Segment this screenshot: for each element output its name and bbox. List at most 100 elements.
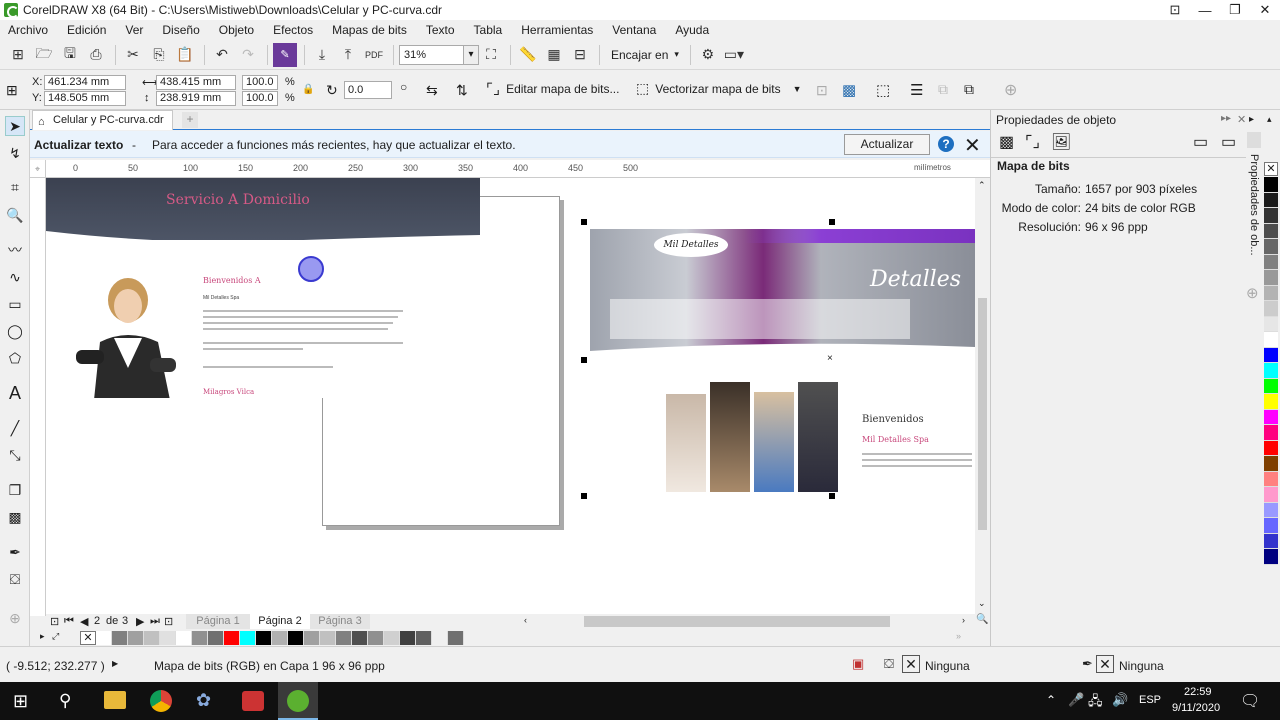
crop-tool-icon[interactable]: ⌗ (5, 177, 25, 197)
document-color-swatch[interactable] (400, 631, 416, 645)
color-swatch[interactable] (1264, 363, 1278, 379)
first-page-icon[interactable]: ⏮ (64, 615, 74, 628)
panel-menu-icon[interactable]: ▭ (1221, 132, 1236, 152)
color-swatch[interactable] (1264, 425, 1278, 441)
document-color-swatch[interactable] (384, 631, 400, 645)
website-mockup-left[interactable]: Servicio A Domicilio Bienvenidos A Mil D… (46, 178, 480, 398)
add-toolbar-icon[interactable]: ⊕ (1004, 80, 1017, 100)
color-swatch[interactable] (1264, 254, 1278, 270)
ruler-origin-icon[interactable]: ⌖ (30, 160, 46, 178)
page-tab-3[interactable]: Página 3 (310, 614, 370, 629)
language-indicator[interactable]: ESP (1139, 694, 1161, 706)
zoom-navigator-icon[interactable]: 🔍 (976, 614, 988, 625)
pick-tool-icon[interactable]: ➤ (5, 116, 25, 136)
no-fill-swatch[interactable]: ✕ (1264, 162, 1278, 176)
drawing-canvas[interactable]: Servicio A Domicilio Bienvenidos A Mil D… (46, 178, 975, 614)
panel-view-icon[interactable]: ▭ (1193, 132, 1208, 152)
page-tab-2[interactable]: Página 2 (250, 614, 310, 629)
menu-item-4[interactable]: Objeto (219, 23, 254, 37)
bitmap-color-mask-icon[interactable]: ▩ (842, 81, 856, 99)
add-tab-icon[interactable]: + (182, 112, 198, 128)
width-field[interactable]: 438.415 mm (156, 75, 236, 90)
selection-handle[interactable] (581, 219, 587, 225)
drop-shadow-icon[interactable]: ❐ (5, 480, 25, 500)
options-gear-icon[interactable]: ⚙ (696, 43, 720, 67)
selection-handle[interactable] (581, 357, 587, 363)
menu-item-0[interactable]: Archivo (8, 23, 48, 37)
wrap-text-icon[interactable]: ☰ (910, 81, 923, 99)
vertical-scrollbar[interactable]: ⌃ ⌄ (975, 178, 990, 614)
status-expand-icon[interactable]: ▶ (112, 659, 118, 668)
help-icon[interactable]: ? (938, 136, 954, 152)
rotation-angle-field[interactable]: 0.0 (344, 81, 392, 99)
export-icon[interactable]: ⤒ (336, 43, 360, 67)
document-color-swatch[interactable] (304, 631, 320, 645)
microphone-icon[interactable]: 🎤 (1068, 692, 1084, 708)
zoom-level-select[interactable]: 31% (399, 44, 479, 65)
scroll-left-icon[interactable]: ‹ (524, 615, 527, 625)
menu-item-9[interactable]: Herramientas (521, 23, 593, 37)
color-swatch[interactable] (1264, 208, 1278, 224)
panel-close-icon[interactable]: ✕ (1237, 113, 1246, 126)
fill-swatch[interactable]: ✕ (902, 655, 920, 673)
fill-tab-icon[interactable]: ▩ (999, 132, 1014, 152)
x-position-field[interactable]: 461.234 mm (44, 75, 126, 90)
document-color-swatch[interactable] (288, 631, 304, 645)
color-swatch[interactable] (1264, 518, 1278, 534)
clock-date[interactable]: 9/11/2020 (1172, 702, 1220, 714)
palette-scroll-icon[interactable]: ▸ (40, 631, 45, 642)
document-color-swatch[interactable] (160, 631, 176, 645)
zoom-tool-icon[interactable]: 🔍 (5, 205, 25, 225)
menu-item-3[interactable]: Diseño (162, 23, 199, 37)
document-color-swatch[interactable] (432, 631, 448, 645)
copy-icon[interactable]: ⎘ (147, 43, 171, 67)
salon-banner-image[interactable]: Mil Detalles Detalles (590, 229, 975, 357)
full-screen-icon[interactable]: ⛶ (479, 43, 503, 67)
eyedropper-tool-icon[interactable]: ✒ (5, 542, 25, 562)
color-swatch[interactable] (1264, 285, 1278, 301)
transparency-tool-icon[interactable]: ▩ (5, 507, 25, 527)
menu-item-8[interactable]: Tabla (474, 23, 503, 37)
artistic-media-icon[interactable]: ∿ (5, 267, 25, 287)
chrome-icon[interactable] (150, 690, 172, 712)
menu-item-11[interactable]: Ayuda (675, 23, 709, 37)
scroll-down-icon[interactable]: ⌄ (978, 598, 986, 609)
document-color-swatch[interactable] (368, 631, 384, 645)
tray-chevron-icon[interactable]: ⌃ (1046, 693, 1056, 707)
shape-tool-icon[interactable]: ↯ (5, 143, 25, 163)
document-color-swatch[interactable] (320, 631, 336, 645)
document-color-swatch[interactable] (208, 631, 224, 645)
rectangle-tool-icon[interactable]: ▭ (5, 294, 25, 314)
page-tab-1[interactable]: Página 1 (186, 614, 250, 629)
crop-bitmap-icon[interactable]: ⊡ (816, 82, 828, 99)
menu-item-6[interactable]: Mapas de bits (332, 23, 407, 37)
color-swatch[interactable] (1264, 533, 1278, 549)
volume-icon[interactable]: 🔊 (1112, 692, 1128, 708)
media-app-icon[interactable] (242, 691, 264, 711)
file-explorer-icon[interactable] (104, 691, 126, 709)
document-color-swatch[interactable] (128, 631, 144, 645)
clock-time[interactable]: 22:59 (1184, 686, 1212, 698)
new-document-icon[interactable]: ⊞ (6, 43, 30, 67)
search-icon[interactable]: ⚲ (59, 691, 71, 711)
palette-up-icon[interactable]: ▴ (1267, 114, 1272, 125)
document-color-swatch[interactable] (336, 631, 352, 645)
color-swatch[interactable] (1264, 456, 1278, 472)
snap-to-dropdown[interactable]: Encajar en ▾ (611, 48, 679, 62)
freehand-tool-icon[interactable]: 〰 (5, 240, 25, 260)
menu-item-1[interactable]: Edición (67, 23, 106, 37)
scale-x-field[interactable]: 100.0 (242, 75, 278, 90)
document-color-swatch[interactable] (192, 631, 208, 645)
color-swatch[interactable] (1264, 177, 1278, 193)
scroll-up-icon[interactable]: ⌃ (978, 180, 986, 191)
minimize-button[interactable]: — (1190, 0, 1220, 20)
transparency-tab-icon[interactable]: ⌜⌟ (1025, 132, 1040, 152)
selection-handle[interactable] (829, 219, 835, 225)
color-swatch[interactable] (1264, 301, 1278, 317)
last-page-icon[interactable]: ⏭ (150, 615, 160, 628)
lock-ratio-icon[interactable]: 🔒 (302, 84, 314, 95)
menu-item-10[interactable]: Ventana (612, 23, 656, 37)
document-color-swatch[interactable] (240, 631, 256, 645)
vertical-scroll-thumb[interactable] (978, 298, 987, 530)
docker-scroll-icon[interactable]: ▸ (1249, 114, 1254, 125)
